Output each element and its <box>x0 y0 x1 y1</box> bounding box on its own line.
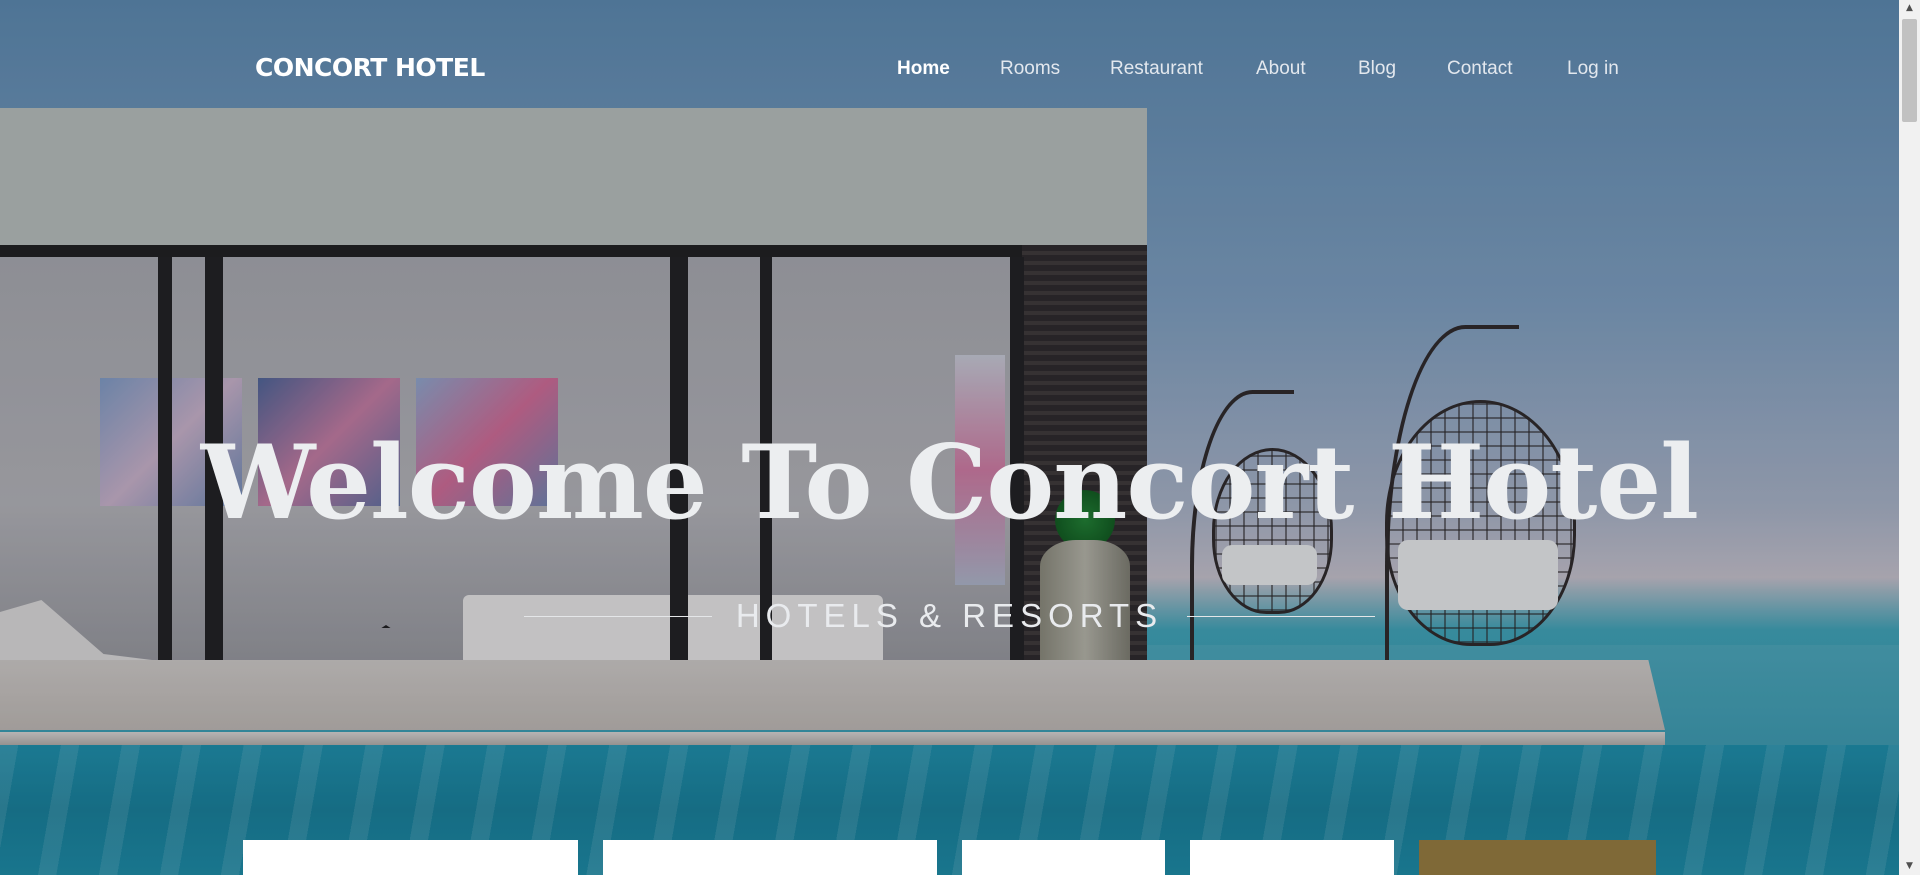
nav-item-about[interactable]: About <box>1256 58 1306 80</box>
nav-item-home[interactable]: Home <box>897 58 950 80</box>
divider-line <box>1187 615 1376 617</box>
page-scrollbar[interactable]: ▲ ▼ <box>1899 0 1920 875</box>
hero-subtitle: HOTELS & RESORTS <box>735 597 1164 634</box>
main-nav: Home Rooms Restaurant About Blog Contact… <box>0 58 1899 82</box>
nav-item-restaurant[interactable]: Restaurant <box>1110 58 1203 80</box>
scroll-down-icon[interactable]: ▼ <box>1899 858 1920 875</box>
scroll-up-icon[interactable]: ▲ <box>1899 0 1920 17</box>
nav-item-rooms[interactable]: Rooms <box>1000 58 1060 80</box>
hero-title: Welcome To Concort Hotel <box>200 423 1699 543</box>
booking-field-adults[interactable] <box>962 840 1165 875</box>
booking-field-children[interactable] <box>1190 840 1394 875</box>
booking-field-check-out[interactable] <box>603 840 937 875</box>
scroll-thumb[interactable] <box>1902 19 1917 122</box>
nav-item-contact[interactable]: Contact <box>1447 58 1512 80</box>
check-availability-button[interactable] <box>1419 840 1656 875</box>
hero-section: CONCORT HOTEL Home Rooms Restaurant Abou… <box>0 0 1899 875</box>
nav-item-blog[interactable]: Blog <box>1358 58 1396 80</box>
nav-item-log-in[interactable]: Log in <box>1567 58 1619 80</box>
booking-field-check-in[interactable] <box>243 840 578 875</box>
divider-line <box>523 615 712 617</box>
hero-subtitle-row: HOTELS & RESORTS <box>0 597 1899 635</box>
